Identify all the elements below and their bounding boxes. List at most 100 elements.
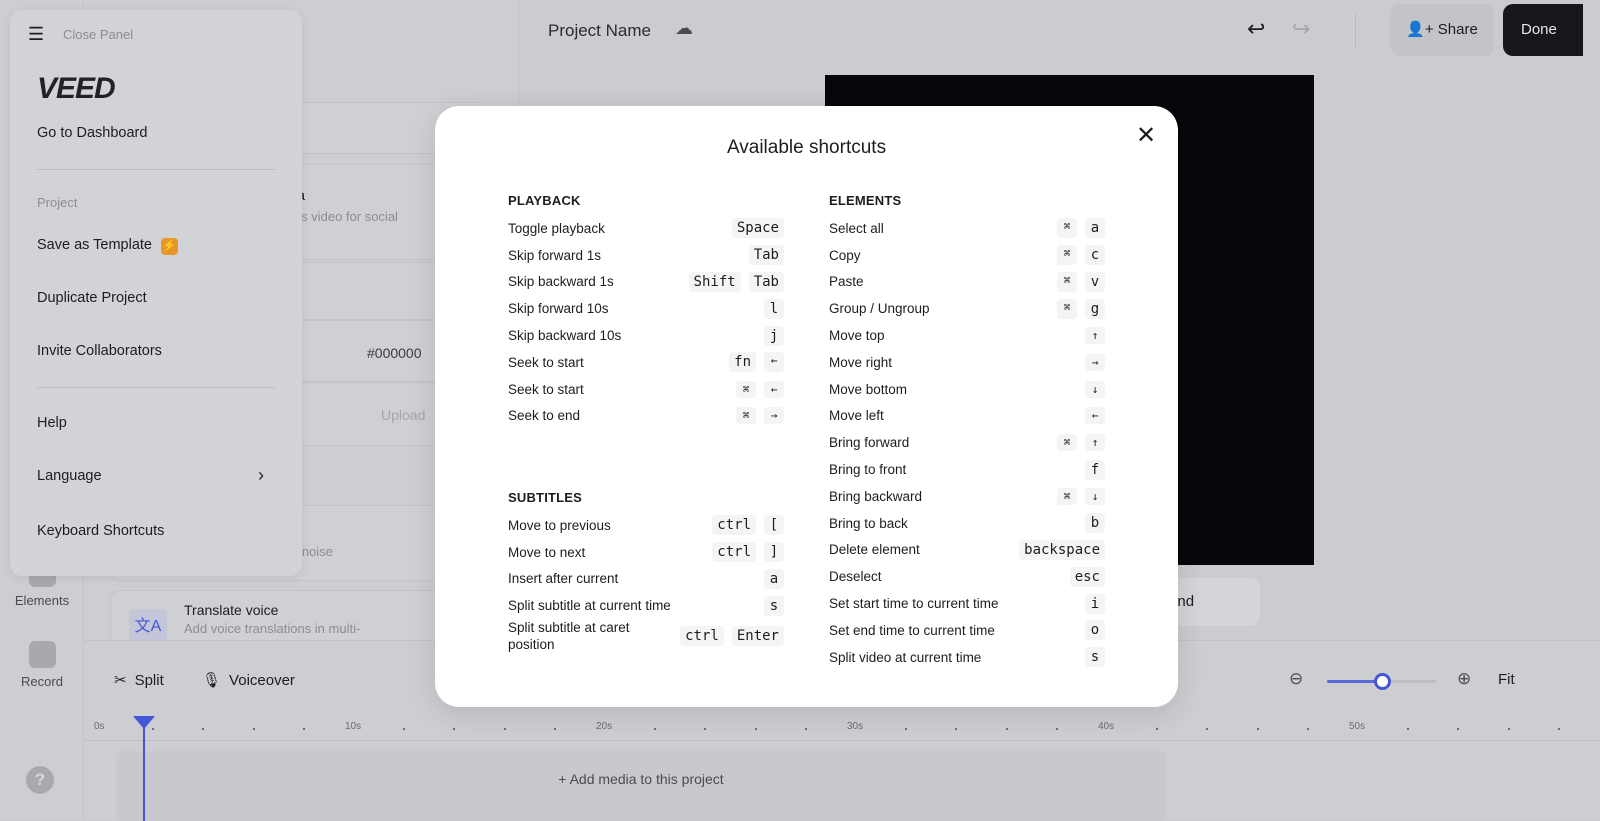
shortcut-label: Deselect [829, 569, 882, 585]
zoom-out-icon[interactable]: ⊖ [1289, 669, 1303, 689]
key-cap: backspace [1019, 539, 1105, 560]
shortcut-keys: ⌘ ↓ [1057, 487, 1105, 505]
redo-icon[interactable]: ↪ [1292, 16, 1310, 42]
veed-logo: VEED [37, 72, 116, 105]
ruler-dot [302, 728, 305, 730]
help-icon[interactable]: ? [26, 766, 54, 794]
split-button[interactable]: ✂ Split [114, 671, 164, 690]
shortcut-keys: ⌘ a [1057, 218, 1105, 239]
shortcut-row: Select all ⌘ a [829, 215, 1105, 242]
shortcut-keys: ctrl] [712, 542, 784, 563]
ruler-dot [955, 728, 958, 730]
key-cap: ← [764, 352, 784, 373]
shortcut-row: Seek to start fn ← [508, 349, 784, 376]
modal-title: Available shortcuts [726, 137, 887, 158]
share-button[interactable]: 👤+ Share [1390, 4, 1494, 56]
done-button[interactable]: Done [1503, 4, 1583, 56]
key-cap: Tab [748, 271, 784, 292]
ruler-dot [905, 728, 908, 730]
rail-record-label: Record [21, 674, 63, 689]
menu-section-project: Project [37, 195, 78, 210]
playback-section: PLAYBACK Toggle playback Space Skip forward… [508, 193, 784, 429]
chevron-right-icon: › [258, 465, 264, 485]
shortcut-keys: backspace [1019, 539, 1105, 560]
fit-button[interactable]: Fit [1498, 671, 1515, 688]
key-cap: ← [1085, 407, 1105, 425]
shortcut-keys: esc [1069, 566, 1105, 587]
key-cap: ⌘ [736, 407, 756, 425]
menu-language[interactable]: Language [37, 468, 102, 484]
shortcut-label: Set start time to current time [829, 596, 999, 612]
key-cap: a [1085, 218, 1105, 239]
rail-record[interactable]: Record [0, 641, 84, 689]
ruler-dot [503, 728, 506, 730]
key-cap: ctrl [712, 542, 756, 563]
add-media-track[interactable]: + Add media to this project [116, 751, 1166, 821]
key-cap: [ [764, 515, 784, 536]
menu-invite-collaborators[interactable]: Invite Collaborators [37, 343, 162, 359]
zoom-slider[interactable] [1327, 673, 1437, 690]
key-cap: Tab [748, 245, 784, 266]
close-icon[interactable]: ✕ [1136, 121, 1156, 150]
shortcut-label: Skip forward 1s [508, 247, 602, 263]
section-title: SUBTITLES [508, 490, 583, 505]
section-title: PLAYBACK [508, 193, 581, 208]
zoom-in-icon[interactable]: ⊕ [1457, 669, 1471, 689]
shortcut-keys: ↑ [1085, 327, 1105, 345]
ruler-dot [1206, 728, 1209, 730]
menu-help[interactable]: Help [37, 415, 67, 431]
playhead[interactable] [133, 716, 155, 821]
shortcut-label: Move to next [508, 544, 586, 560]
ruler-dot [654, 728, 657, 730]
ruler-dot [1407, 728, 1410, 730]
key-cap: c [1085, 245, 1105, 266]
shortcut-label: Skip backward 1s [508, 274, 614, 290]
key-cap: Enter [731, 626, 784, 647]
menu-item-label: Save as Template [37, 237, 152, 253]
ruler-tick-label: 30s [847, 721, 864, 732]
scissors-icon: ✂ [114, 672, 127, 689]
shortcut-row: Move to previous ctrl [ [508, 512, 784, 539]
shortcut-label: Bring to back [829, 515, 908, 531]
key-cap: ⌘ [1057, 218, 1077, 239]
key-cap: ⌘ [1057, 434, 1077, 452]
shortcut-row: Skip forward 10s l [508, 295, 784, 322]
key-cap: ⌘ [736, 380, 756, 398]
shortcut-row: Skip forward 1s Tab [508, 242, 784, 269]
shortcut-row: Move right → [829, 349, 1105, 376]
shortcut-keys: ⌘ v [1057, 271, 1105, 292]
shortcut-label: Paste [829, 274, 864, 290]
project-name[interactable]: Project Name [548, 21, 651, 41]
time-ruler[interactable]: 0s 10s 20s 30s 40s 50s [84, 721, 1600, 741]
shortcut-keys: f [1085, 459, 1105, 480]
shortcut-label: Split subtitle at caret position [508, 620, 630, 653]
ruler-dot [1457, 728, 1460, 730]
menu-keyboard-shortcuts[interactable]: Keyboard Shortcuts [37, 523, 164, 539]
close-panel-button[interactable]: Close Panel [63, 27, 133, 42]
card-title: Translate voice [184, 602, 279, 618]
lightning-icon: ⚡ [161, 238, 179, 255]
menu-save-as-template[interactable]: Save as Template ⚡ [37, 237, 179, 255]
menu-duplicate-project[interactable]: Duplicate Project [37, 290, 147, 306]
undo-icon[interactable]: ↩ [1247, 16, 1265, 42]
hamburger-icon[interactable]: ☰ [28, 24, 44, 45]
key-cap: ⌘ [1057, 487, 1077, 505]
zoom-slider-handle[interactable] [1374, 673, 1391, 690]
shortcut-label: Seek to start [508, 381, 584, 397]
cloud-icon: ☁ [675, 18, 693, 38]
shortcut-keys: s [764, 595, 784, 616]
key-cap: l [764, 298, 784, 319]
key-cap: o [1085, 620, 1105, 641]
menu-go-to-dashboard[interactable]: Go to Dashboard [37, 125, 147, 141]
ruler-dot [1256, 728, 1259, 730]
ruler-dot [553, 728, 556, 730]
voiceover-button[interactable]: 🎙 Voiceover [202, 671, 295, 690]
shortcut-label: Move left [829, 408, 884, 424]
shortcut-label: Move bottom [829, 381, 908, 397]
ruler-dot [202, 728, 205, 730]
shortcut-keys: ctrl Enter [680, 626, 784, 647]
shortcut-row: Split subtitle at current time s [508, 592, 784, 619]
color-value: #000000 [367, 345, 422, 361]
divider [1355, 14, 1356, 48]
shortcut-keys: b [1085, 513, 1105, 534]
